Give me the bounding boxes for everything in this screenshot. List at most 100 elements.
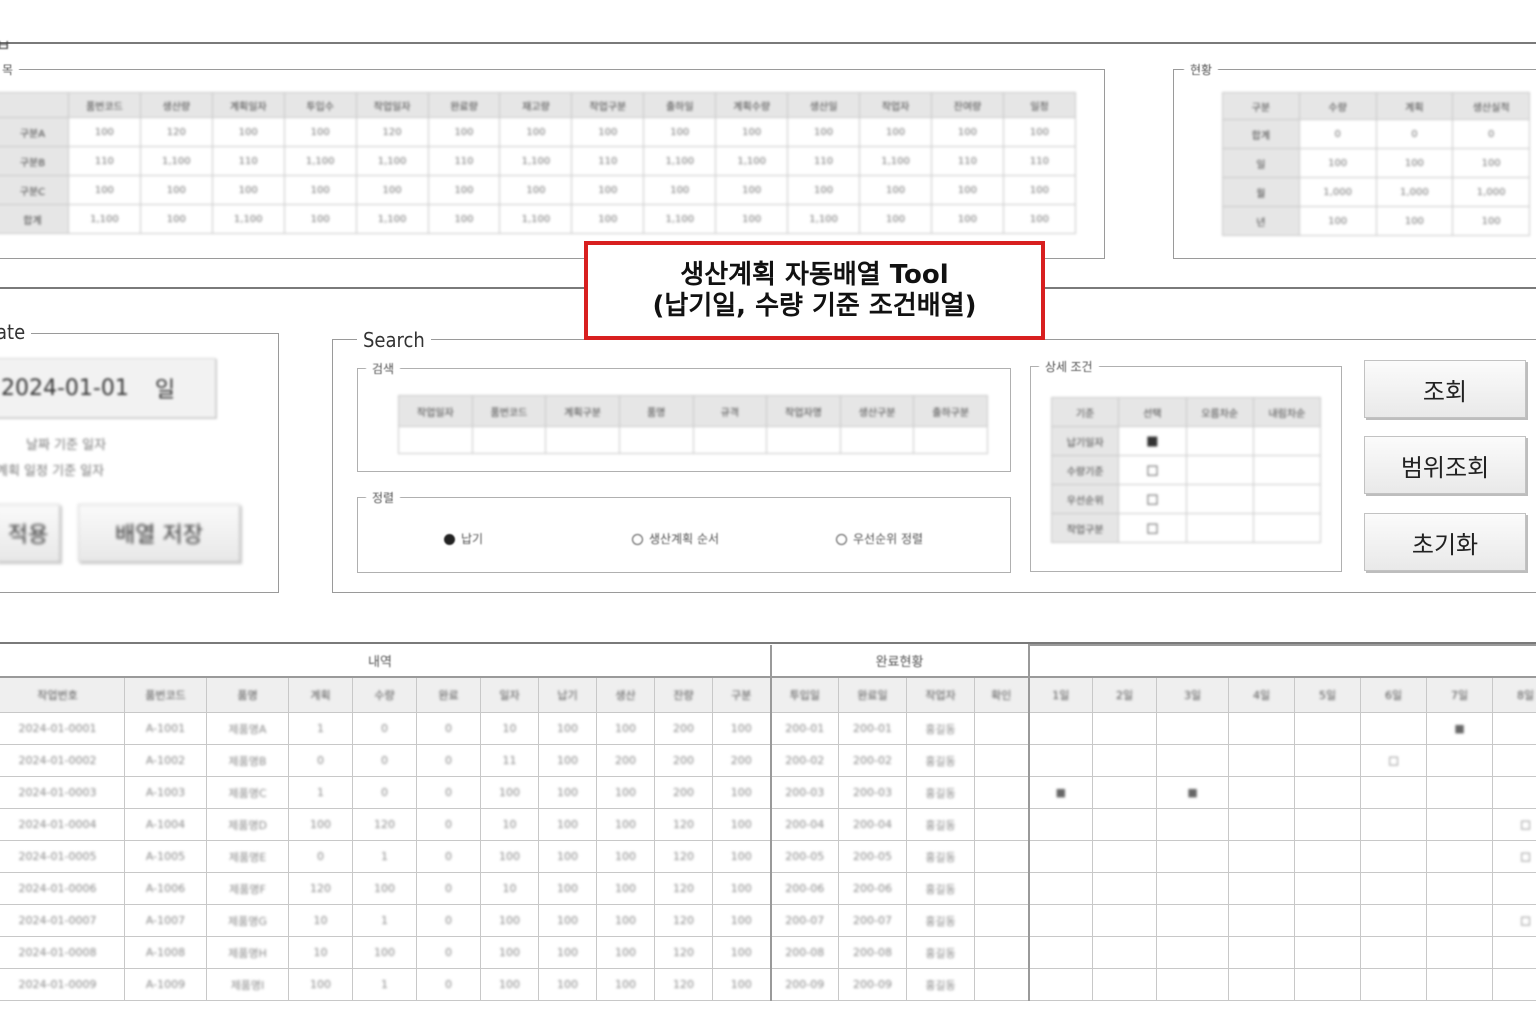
production-cell-value: 100 — [374, 946, 395, 959]
condition-checkbox[interactable]: □ — [1118, 484, 1187, 514]
production-header-cell: 품번코드 — [124, 676, 207, 713]
production-cell: 100 — [538, 904, 597, 937]
sort-option-plan-order[interactable]: 생산계획 순서 — [632, 530, 719, 547]
status-cell: 0 — [1298, 119, 1377, 149]
range-query-button[interactable]: 범위조회 — [1364, 436, 1526, 494]
condition-asc-cell[interactable] — [1185, 426, 1254, 456]
production-cell: A-1008 — [124, 936, 207, 969]
schedule-cell — [1156, 872, 1230, 905]
production-cell-value: 100 — [557, 850, 578, 863]
production-cell-value: A-1004 — [145, 818, 186, 831]
schedule-cell — [1360, 904, 1428, 937]
filter-input-cell[interactable] — [471, 426, 547, 454]
production-cell-value: 제품명B — [228, 754, 267, 768]
filter-input-cell[interactable] — [839, 426, 915, 454]
production-cell-value: 10 — [313, 946, 328, 959]
production-cell: 제품명E — [206, 840, 289, 873]
filter-input-cell[interactable] — [913, 426, 988, 454]
schedule-cell — [1092, 712, 1158, 745]
production-cell-value: 100 — [499, 978, 520, 991]
production-row[interactable]: 2024-01-0009 A-1009 제품명I 100 1 0 100 100 100 120 1… — [0, 968, 1536, 1001]
production-cell-value: 100 — [557, 818, 578, 831]
production-cell: 11 — [480, 744, 539, 777]
filter-header-cell: 생산구분 — [839, 395, 915, 427]
production-cell: 2024-01-0007 — [0, 904, 125, 937]
callout-title: 생산계획 자동배열 Tool — [680, 259, 949, 290]
summary-cell: 100 — [499, 175, 573, 205]
production-cell — [973, 808, 1030, 841]
production-cell-value: 100 — [310, 818, 331, 831]
condition-desc-cell[interactable] — [1252, 455, 1322, 485]
condition-row-label: 수량기준 — [1050, 455, 1120, 485]
production-cell-value: 0 — [445, 786, 452, 799]
production-row[interactable]: 2024-01-0008 A-1008 제품명H 10 100 0 100 100 100 120… — [0, 936, 1536, 969]
production-row[interactable]: 2024-01-0001 A-1001 제품명A 1 0 0 10 100 100 200 100 2… — [0, 712, 1536, 745]
schedule-cell — [1228, 904, 1296, 937]
production-cell: 2024-01-0006 — [0, 872, 125, 905]
date-input[interactable]: 2024-01-01 일 — [0, 358, 216, 418]
production-row[interactable]: 2024-01-0007 A-1007 제품명G 10 1 0 100 100 100 120 10… — [0, 904, 1536, 937]
sort-condition-panel: 상세 조건 기준 선택 오름차순 내림차순 납기일자 ■ 수량기준 □ 우선순위 □ 작업구분 □ — [1030, 358, 1342, 572]
production-cell: 0 — [416, 840, 481, 873]
condition-asc-cell[interactable] — [1185, 513, 1254, 543]
production-cell-value: 200-09 — [853, 978, 892, 991]
filter-input-cell[interactable] — [398, 426, 473, 454]
production-header-cell: 수량 — [352, 676, 417, 713]
sort-option-priority[interactable]: 우선순위 정렬 — [836, 530, 923, 547]
production-row[interactable]: 2024-01-0005 A-1005 제품명E 0 1 0 100 100 100 120 100… — [0, 840, 1536, 873]
production-cell-value: 120 — [673, 946, 694, 959]
summary-cell: 110 — [67, 146, 141, 176]
reset-button[interactable]: 초기화 — [1364, 513, 1526, 571]
summary-cell: 100 — [427, 117, 501, 147]
production-cell: 제품명I — [206, 968, 289, 1001]
production-cell-value: 100 — [730, 786, 752, 799]
condition-checkbox[interactable]: ■ — [1118, 426, 1187, 456]
production-header-label: 일자 — [499, 689, 520, 702]
schedule-cell — [1426, 840, 1494, 873]
filter-input-cell[interactable] — [692, 426, 768, 454]
production-cell-value: 제품명F — [229, 882, 266, 896]
condition-desc-cell[interactable] — [1252, 484, 1322, 514]
production-cell: 10 — [480, 808, 539, 841]
filter-header-cell: 계획구분 — [545, 395, 620, 427]
production-row[interactable]: 2024-01-0004 A-1004 제품명D 100 120 0 10 100 100 120… — [0, 808, 1536, 841]
production-cell-value: 홍길동 — [925, 850, 956, 864]
condition-asc-cell[interactable] — [1185, 484, 1254, 514]
query-button[interactable]: 조회 — [1364, 360, 1526, 418]
production-cell: 100 — [480, 776, 539, 809]
sort-condition-table-wrap: 기준 선택 오름차순 내림차순 납기일자 ■ 수량기준 □ 우선순위 □ 작업구분 □ — [1050, 397, 1322, 543]
filter-input-cell[interactable] — [766, 426, 841, 454]
save-arrangement-button[interactable]: 배열 저장 — [78, 504, 240, 562]
production-cell — [973, 872, 1030, 905]
filter-input-cell[interactable] — [618, 426, 694, 454]
production-header-label: 생산 — [615, 689, 636, 702]
summary-legend: 목 — [0, 61, 20, 78]
condition-asc-cell[interactable] — [1185, 455, 1254, 485]
schedule-cell — [1228, 712, 1296, 745]
condition-checkbox[interactable]: □ — [1118, 455, 1187, 485]
production-cell-value: 0 — [445, 882, 452, 895]
condition-checkbox[interactable]: □ — [1118, 513, 1187, 543]
status-row-label: 합계 — [1222, 119, 1300, 149]
production-row[interactable]: 2024-01-0002 A-1002 제품명B 0 0 0 11 100 200 200 200 2… — [0, 744, 1536, 777]
production-row[interactable]: 2024-01-0003 A-1003 제품명C 1 0 0 100 100 100 200 100… — [0, 776, 1536, 809]
production-cell: 제품명C — [206, 776, 289, 809]
filter-input-cell[interactable] — [545, 426, 620, 454]
apply-button[interactable]: 적용 — [0, 504, 60, 562]
summary-cell: 120 — [355, 117, 429, 147]
production-cell: 제품명F — [206, 872, 289, 905]
production-cell-value: 1 — [381, 914, 388, 927]
sort-option-due[interactable]: 납기 — [444, 530, 483, 547]
production-cell: 홍길동 — [906, 872, 975, 905]
date-panel: ate 2024-01-01 일 날짜 기준 일자 계획 일정 기준 일자 적용… — [0, 320, 279, 593]
condition-desc-cell[interactable] — [1252, 513, 1322, 543]
production-cell-value: 100 — [615, 818, 636, 831]
production-header-cell: 작업자 — [906, 676, 975, 713]
schedule-cell — [1360, 936, 1428, 969]
production-cell-value: 홍길동 — [925, 946, 956, 960]
summary-row: 구분A 100 120 100 100 120 100 100 100 100 100 100 100 1… — [0, 117, 1077, 147]
summary-cell: 100 — [427, 204, 501, 234]
production-row[interactable]: 2024-01-0006 A-1006 제품명F 120 100 0 10 100 100 120… — [0, 872, 1536, 905]
condition-desc-cell[interactable] — [1252, 426, 1322, 456]
condition-header-cell: 오름차순 — [1185, 397, 1254, 427]
